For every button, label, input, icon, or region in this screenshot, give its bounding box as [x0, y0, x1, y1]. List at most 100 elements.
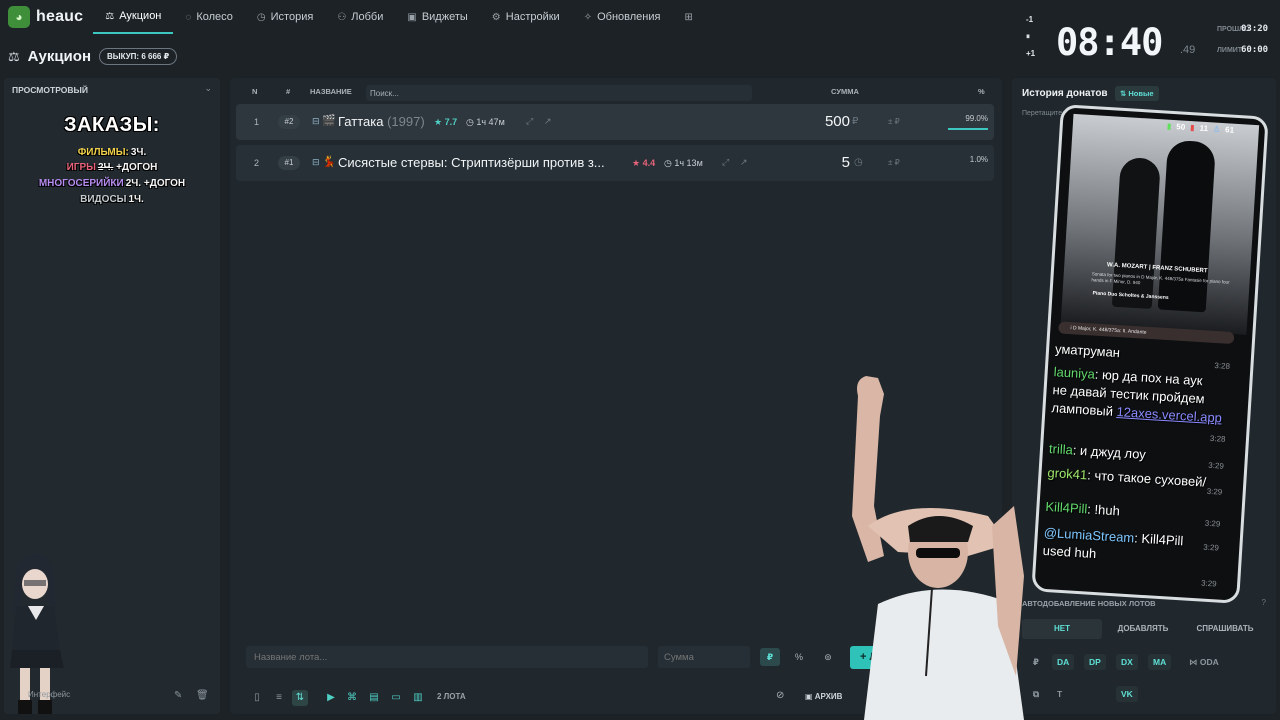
nav-auction[interactable]: ⚖ Аукцион	[93, 0, 174, 34]
search-input[interactable]: Поиск...	[366, 85, 752, 101]
service-oda[interactable]: ⋈ ODA	[1184, 654, 1224, 670]
external-link-icon[interactable]: ↗	[740, 157, 748, 168]
chevron-down-icon[interactable]: ⌄	[204, 83, 212, 94]
trash-icon[interactable]: 🗑	[196, 690, 209, 701]
timer-widget: -1 ⏸ +1 08:40 .49 ПРОШЛО 03:20 ЛИМИТ 60:…	[1012, 6, 1276, 72]
chat-text: ламповый	[1051, 400, 1114, 419]
edit-icon[interactable]: ✎	[174, 690, 182, 701]
percent-mode-button[interactable]: %	[789, 648, 809, 666]
nav-label: Обновления	[597, 11, 661, 23]
chat-text: used huh	[1042, 542, 1097, 562]
lot-name-input[interactable]	[246, 646, 648, 668]
service-vk[interactable]: VK	[1116, 686, 1138, 702]
lock-icon[interactable]: ⊟	[312, 157, 320, 168]
film-icon[interactable]: ▤	[366, 690, 382, 706]
dancer-icon: 💃	[322, 156, 336, 168]
eye-off-icon[interactable]: ⊘	[776, 690, 784, 701]
album-cover-image: W.A. MOZART | FRANZ SCHUBERT Sonata for …	[1060, 113, 1260, 335]
chat-time: 3:29	[1206, 486, 1223, 497]
add-amount-button[interactable]: ± ₽	[888, 158, 900, 167]
sort-icon[interactable]: ⇅	[292, 690, 308, 706]
top-navbar: ◕ heauc ⚖ Аукцион ◌ Колесо ◷ История ⚇ Лобби…	[0, 0, 1010, 34]
table-header: N # НАЗВАНИЕ Поиск... СУММА %	[230, 84, 1002, 101]
auto-add-off[interactable]: НЕТ	[1022, 619, 1102, 639]
gamepad-icon[interactable]: ⌘	[344, 690, 360, 706]
lot-name[interactable]: Сисястые стервы: Стриптизёрши против з..…	[338, 155, 605, 170]
nav-wheel[interactable]: ◌ Колесо	[173, 0, 245, 34]
service-da[interactable]: DA	[1052, 654, 1075, 670]
webcam-person-image	[852, 376, 1024, 720]
nav-settings[interactable]: ⚙ Настройки	[480, 0, 572, 34]
rating: ★ 4.4	[632, 158, 656, 168]
tv-icon[interactable]: ▭	[388, 690, 404, 706]
pause-icon[interactable]: ⏸	[1026, 28, 1035, 45]
table-row[interactable]: 2 #1 ⊟ 💃 Сисястые стервы: Стриптизёрши п…	[236, 145, 994, 181]
add-amount-button[interactable]: ± ₽	[888, 117, 900, 126]
nav-label: Настройки	[505, 11, 560, 23]
panel-header[interactable]: ПРОСМОТРОВЫЙ	[12, 85, 88, 95]
grid-icon: ⊞	[684, 11, 693, 23]
chat-link[interactable]: 12axes.vercel.app	[1116, 404, 1222, 425]
amount-input[interactable]	[658, 646, 750, 668]
archive-button[interactable]: ▣ АРХИВ	[805, 692, 842, 701]
nav-updates[interactable]: ✧ Обновления	[572, 0, 673, 34]
duration: ◷ 1ч 47м	[466, 117, 505, 127]
lot-title: Гаттака	[338, 114, 384, 129]
chat-time: 3:29	[1200, 578, 1217, 589]
phone-overlay: W.A. MOZART | FRANZ SCHUBERT Sonata for …	[1031, 104, 1269, 604]
service-ma[interactable]: MA	[1148, 654, 1172, 670]
layout-compact-icon[interactable]: ▯	[249, 690, 265, 706]
nav-history[interactable]: ◷ История	[245, 0, 325, 34]
limit-value[interactable]: 60:00	[1241, 45, 1268, 55]
order-value: +ДОГОН	[116, 162, 158, 173]
order-value: 3Ч.	[130, 147, 147, 158]
lots-count: 2 ЛОТА	[437, 692, 466, 701]
lot-amount[interactable]: 500	[790, 113, 850, 130]
buyout-badge[interactable]: ВЫКУП: 6 666 ₽	[99, 48, 178, 65]
duration: ◷ 1ч 13м	[664, 158, 703, 168]
order-line-movies: ФИЛЬМЫ: 3Ч.	[4, 147, 220, 158]
layout-list-icon[interactable]: ≡	[271, 690, 287, 706]
service-dx[interactable]: DX	[1116, 654, 1138, 670]
clock-mode-icon[interactable]: ⊚	[818, 648, 838, 666]
chat-user: @LumiaStream	[1043, 524, 1135, 546]
lock-icon[interactable]: ⊟	[312, 116, 320, 127]
row-number: 1	[254, 117, 260, 127]
youtube-icon[interactable]: ▶	[323, 690, 339, 706]
donations-title: История донатов	[1022, 88, 1108, 99]
table-row[interactable]: 1 #2 ⊟ 🎬 Гаттака (1997) ★ 7.7 ◷ 1ч 47м ⤢…	[236, 104, 994, 140]
app-logo[interactable]: ◕ heauc	[8, 6, 83, 28]
chat-text: и джуд лоу	[1079, 442, 1147, 462]
lot-amount[interactable]: 5	[790, 154, 850, 171]
timer-plus-button[interactable]: +1	[1026, 45, 1035, 62]
service-rub[interactable]: ₽	[1028, 654, 1044, 670]
currency-mode-button[interactable]: ₽	[760, 648, 780, 666]
order-value: 1Ч.	[128, 194, 144, 205]
lot-year: (1997)	[387, 114, 425, 129]
chat-time: 3:29	[1203, 542, 1220, 553]
swap-icon[interactable]: ⤢	[722, 157, 729, 168]
auto-add-ask[interactable]: СПРАШИВАТЬ	[1184, 619, 1266, 639]
nav-lobby[interactable]: ⚇ Лобби	[325, 0, 395, 34]
sort-new-button[interactable]: ⇅ Новые	[1115, 86, 1159, 101]
lot-name[interactable]: Гаттака (1997)	[338, 114, 425, 129]
extra-menu-button[interactable]: ⊞	[672, 0, 704, 34]
order-key: МНОГОСЕРИЙКИ	[38, 178, 124, 189]
service-copy[interactable]: ⧉	[1028, 686, 1044, 702]
service-dp[interactable]: DP	[1084, 654, 1106, 670]
book-icon[interactable]: ▥	[410, 690, 426, 706]
swap-icon[interactable]: ⤢	[526, 116, 533, 127]
interface-label: Интерфейс	[28, 690, 71, 699]
help-icon[interactable]: ?	[1262, 598, 1266, 607]
auto-add-title: АВТОДОБАВЛЕНИЕ НОВЫХ ЛОТОВ	[1022, 599, 1156, 608]
timer-minus-button[interactable]: -1	[1026, 11, 1035, 28]
chat-message: used huh	[1042, 543, 1096, 561]
limit-label: ЛИМИТ	[1217, 47, 1243, 54]
viewers-icon: ♙	[1212, 124, 1221, 134]
nav-widgets[interactable]: ▣ Виджеты	[395, 0, 479, 34]
subs-icon: ▮	[1189, 123, 1195, 133]
rating-value: 4.4	[642, 158, 656, 168]
service-twitch[interactable]: T	[1052, 686, 1067, 702]
external-link-icon[interactable]: ↗	[544, 116, 552, 127]
auto-add-add[interactable]: ДОБАВЛЯТЬ	[1104, 619, 1182, 639]
